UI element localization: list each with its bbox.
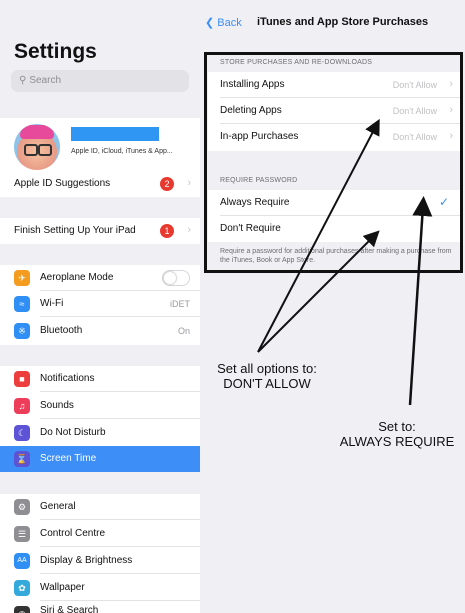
annotation-dont-allow: Set all options to: DON'T ALLOW bbox=[206, 361, 328, 391]
annotation-arrows bbox=[257, 118, 433, 406]
annotation-text: DON'T ALLOW bbox=[223, 376, 311, 391]
arrow-to-footnote bbox=[257, 230, 380, 353]
annotation-text: Set to: bbox=[378, 419, 416, 434]
annotation-text: Set all options to: bbox=[217, 361, 317, 376]
arrow-to-always-require bbox=[408, 196, 433, 406]
arrow-to-store-options bbox=[257, 118, 380, 353]
annotation-text: ALWAYS REQUIRE bbox=[339, 434, 455, 449]
annotation-always-require: Set to: ALWAYS REQUIRE bbox=[330, 419, 464, 449]
